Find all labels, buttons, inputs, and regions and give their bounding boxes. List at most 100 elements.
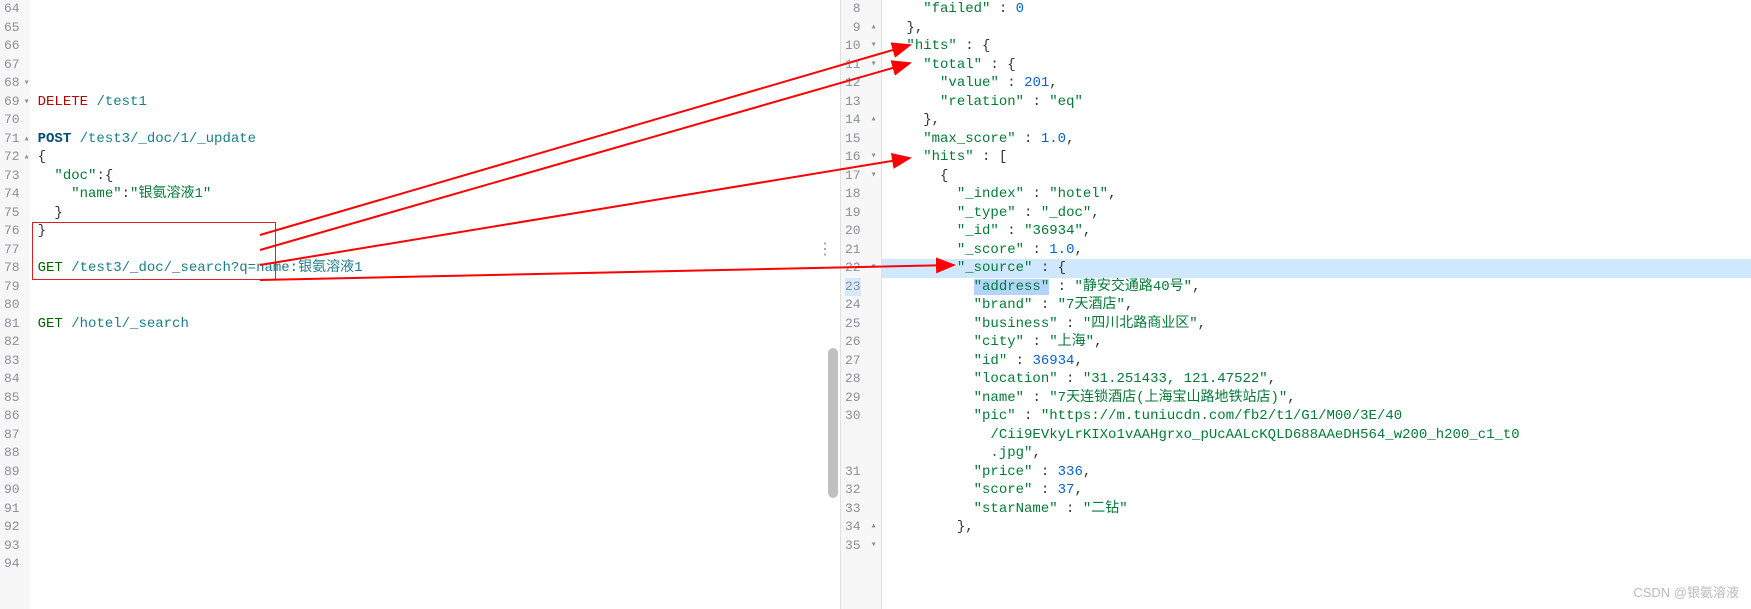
code-line[interactable]: { [890, 167, 1751, 186]
code-line[interactable]: "hits" : [ [890, 148, 1751, 167]
code-line[interactable]: "_type" : "_doc", [890, 204, 1751, 223]
line-number: 72▴ [4, 148, 20, 167]
code-line[interactable]: "business" : "四川北路商业区", [890, 315, 1751, 334]
code-line[interactable]: "brand" : "7天酒店", [890, 296, 1751, 315]
fold-toggle-icon[interactable]: ▾ [867, 37, 881, 56]
fold-gutter[interactable]: ▴▾▾▴▾▾▾▴▾ [867, 0, 882, 609]
code-line[interactable]: GET /hotel/_search [38, 315, 840, 334]
line-number: 79 [4, 278, 20, 297]
code-line[interactable]: "name":"银氨溶液1" [38, 185, 840, 204]
code-line[interactable] [38, 352, 840, 371]
fold-toggle-icon[interactable]: ▾ [867, 537, 881, 556]
fold-toggle-icon[interactable]: ▾ [867, 56, 881, 75]
code-line[interactable]: }, [890, 518, 1751, 537]
fold-cell [867, 389, 881, 408]
code-line[interactable]: "doc":{ [38, 167, 840, 186]
line-number: 20 [845, 222, 861, 241]
line-number: 71▴ [4, 130, 20, 149]
code-line[interactable]: "total" : { [890, 56, 1751, 75]
line-number: 73 [4, 167, 20, 186]
line-number [845, 444, 861, 463]
code-line[interactable] [38, 296, 840, 315]
line-number: 33 [845, 500, 861, 519]
fold-toggle-icon[interactable]: ▾ [867, 148, 881, 167]
code-line[interactable] [38, 74, 840, 93]
line-number: 32 [845, 481, 861, 500]
line-number: 68▾ [4, 74, 20, 93]
line-number: 81 [4, 315, 20, 334]
code-line[interactable]: "location" : "31.251433, 121.47522", [890, 370, 1751, 389]
code-line[interactable]: "failed" : 0 [890, 0, 1751, 19]
code-line[interactable]: "starName" : "二钻" [890, 500, 1751, 519]
code-line[interactable]: GET /test3/_doc/_search?q=name:银氨溶液1 [38, 259, 840, 278]
line-number: 77 [4, 241, 20, 260]
fold-cell [867, 444, 881, 463]
code-line[interactable]: "score" : 37, [890, 481, 1751, 500]
response-viewer[interactable]: "failed" : 0 }, "hits" : { "total" : { "… [882, 0, 1751, 609]
fold-cell [867, 481, 881, 500]
fold-cell [867, 0, 881, 19]
line-number: 80 [4, 296, 20, 315]
line-number: 19 [845, 204, 861, 223]
line-number: 17 [845, 167, 861, 186]
line-number: 23 [845, 278, 861, 297]
fold-toggle-icon[interactable]: ▾ [867, 167, 881, 186]
line-number [845, 426, 861, 445]
line-number: 82 [4, 333, 20, 352]
line-number: 8 [845, 0, 861, 19]
code-line[interactable]: /Cii9EVkyLrKIXo1vAAHgrxo_pUcAALcKQLD688A… [890, 426, 1751, 445]
line-number: 86 [4, 407, 20, 426]
fold-cell [867, 333, 881, 352]
code-line[interactable]: }, [890, 19, 1751, 38]
line-number: 70 [4, 111, 20, 130]
code-line[interactable]: "id" : 36934, [890, 352, 1751, 371]
code-line[interactable] [38, 241, 840, 260]
code-line[interactable]: .jpg", [890, 444, 1751, 463]
fold-toggle-icon[interactable]: ▾ [867, 259, 881, 278]
code-line[interactable]: "hits" : { [890, 37, 1751, 56]
code-line[interactable] [38, 333, 840, 352]
code-line[interactable]: "relation" : "eq" [890, 93, 1751, 112]
code-line[interactable]: "max_score" : 1.0, [890, 130, 1751, 149]
code-line[interactable]: "_source" : { [890, 259, 1751, 278]
fold-toggle-icon[interactable]: ▴ [867, 111, 881, 130]
code-line[interactable]: DELETE /test1 [38, 93, 840, 112]
line-number: 94 [4, 555, 20, 574]
fold-toggle-icon[interactable]: ▴ [867, 19, 881, 38]
code-line[interactable]: "city" : "上海", [890, 333, 1751, 352]
line-number: 88 [4, 444, 20, 463]
fold-cell [867, 278, 881, 297]
line-number: 13 [845, 93, 861, 112]
line-number: 22 [845, 259, 861, 278]
fold-cell [867, 407, 881, 426]
line-number: 83 [4, 352, 20, 371]
code-line[interactable] [890, 537, 1751, 556]
code-line[interactable]: } [38, 204, 840, 223]
line-number: 91 [4, 500, 20, 519]
code-line[interactable]: }, [890, 111, 1751, 130]
code-line[interactable]: "pic" : "https://m.tuniucdn.com/fb2/t1/G… [890, 407, 1751, 426]
line-number: 27 [845, 352, 861, 371]
code-line[interactable] [38, 111, 840, 130]
line-number: 31 [845, 463, 861, 482]
code-line[interactable]: "_index" : "hotel", [890, 185, 1751, 204]
code-line[interactable]: "name" : "7天连锁酒店(上海宝山路地铁站店)", [890, 389, 1751, 408]
code-line[interactable]: POST /test3/_doc/1/_update [38, 130, 840, 149]
line-number: 74 [4, 185, 20, 204]
code-line[interactable]: "value" : 201, [890, 74, 1751, 93]
request-editor[interactable]: ⋮ DELETE /test1POST /test3/_doc/1/_updat… [30, 0, 840, 609]
code-line[interactable]: } [38, 222, 840, 241]
line-number: 65 [4, 19, 20, 38]
line-number: 24 [845, 296, 861, 315]
code-line[interactable]: "_id" : "36934", [890, 222, 1751, 241]
fold-cell [867, 241, 881, 260]
code-line[interactable]: { [38, 148, 840, 167]
code-line[interactable]: "address" : "静安交通路40号", [890, 278, 1751, 297]
code-line[interactable]: "_score" : 1.0, [890, 241, 1751, 260]
line-number: 9 [845, 19, 861, 38]
line-number: 76 [4, 222, 20, 241]
code-line[interactable]: "price" : 336, [890, 463, 1751, 482]
code-line[interactable] [38, 278, 840, 297]
fold-toggle-icon[interactable]: ▴ [867, 518, 881, 537]
line-number: 64 [4, 0, 20, 19]
